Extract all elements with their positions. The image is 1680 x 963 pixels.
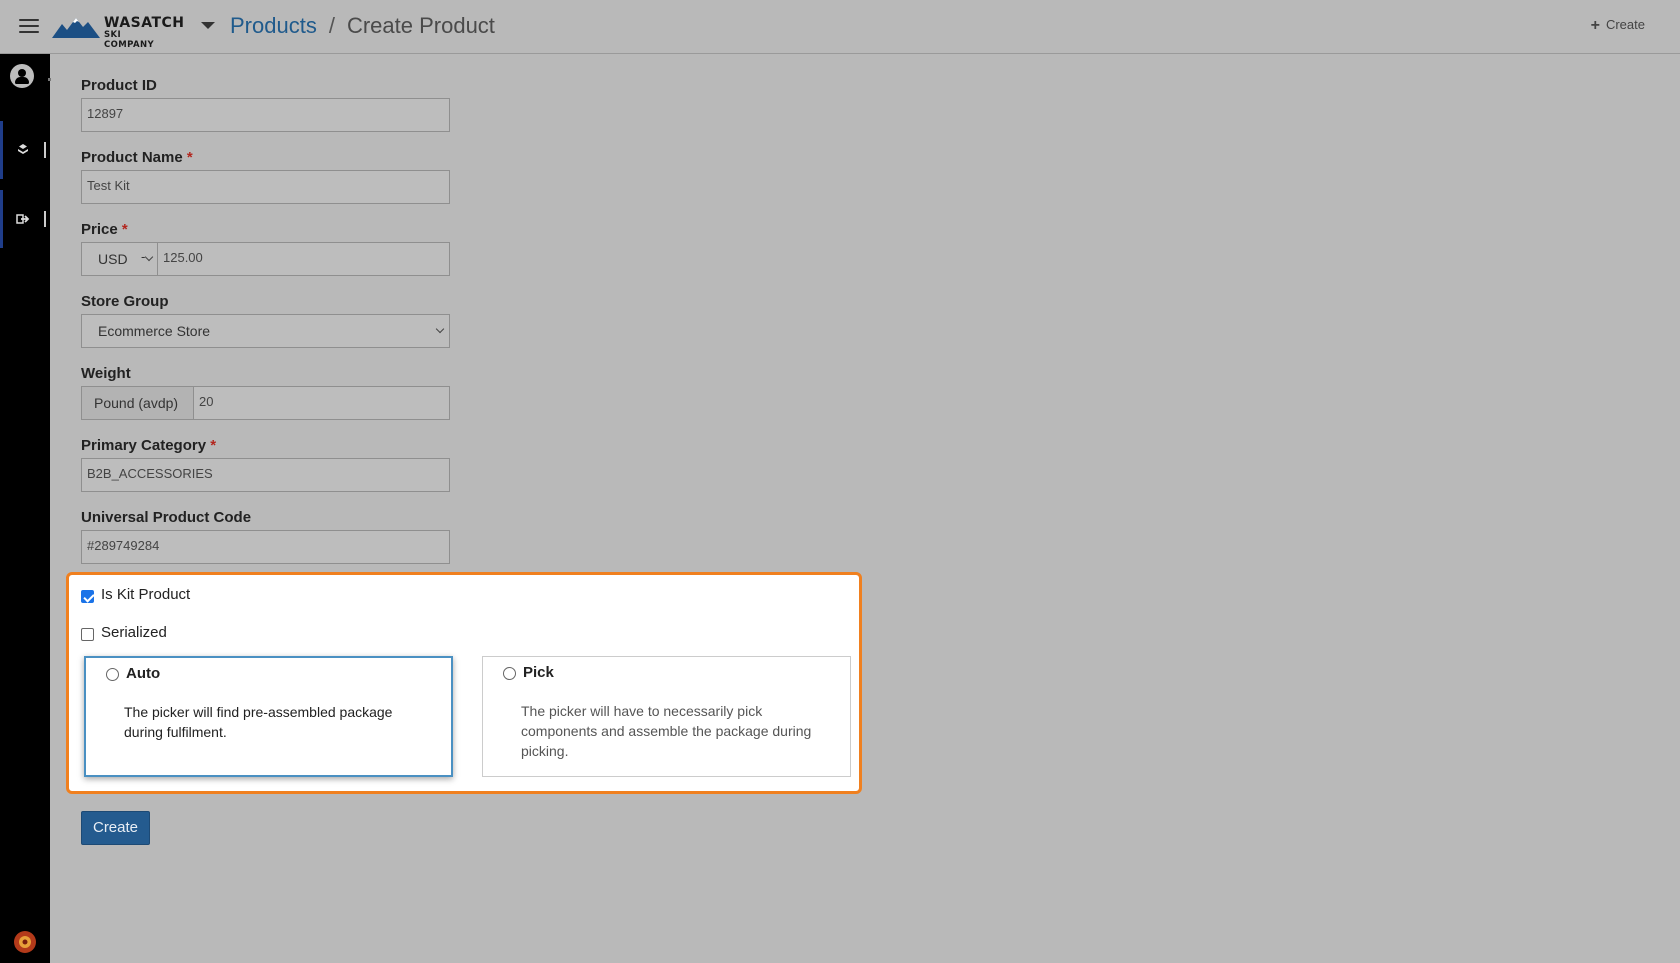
product-id-label: Product ID: [81, 77, 157, 94]
auto-radio[interactable]: [106, 668, 119, 681]
breadcrumb: Products / Create Product: [230, 12, 495, 40]
serialized-label[interactable]: Serialized: [101, 624, 167, 641]
hamburger-menu-icon[interactable]: [19, 19, 39, 35]
pick-description: The picker will have to necessarily pick…: [521, 703, 812, 759]
weight-label: Weight: [81, 365, 131, 382]
product-name-label: Product Name *: [81, 149, 193, 166]
upc-field[interactable]: #289749284: [81, 530, 450, 564]
product-name-label-text: Product Name: [81, 149, 183, 166]
sidebar-active-bar: [0, 190, 3, 248]
logo-name: WASATCH: [104, 15, 185, 31]
product-id-field[interactable]: 12897: [81, 98, 450, 132]
sidebar-item-products[interactable]: [0, 121, 50, 179]
weight-unit-addon: Pound (avdp): [81, 386, 194, 420]
required-marker: *: [186, 149, 193, 166]
page-title: Create Product: [346, 13, 495, 38]
store-group-label: Store Group: [81, 293, 169, 310]
sidebar-active-bar: [0, 121, 3, 179]
price-label: Price *: [81, 221, 128, 238]
top-create-button[interactable]: + Create: [1591, 17, 1645, 35]
logo-subtitle: SKI COMPANY: [104, 30, 155, 50]
product-name-field[interactable]: Test Kit: [81, 170, 450, 204]
price-field[interactable]: 125.00: [157, 242, 450, 276]
price-label-text: Price: [81, 221, 118, 238]
mountain-logo-icon: [52, 18, 100, 38]
breadcrumb-separator: /: [328, 13, 335, 38]
company-logo[interactable]: WASATCH SKI COMPANY: [52, 14, 184, 50]
pick-title: Pick: [523, 664, 554, 681]
primary-category-label: Primary Category *: [81, 437, 216, 454]
kit-options-panel: Is Kit Product Serialized Auto The picke…: [66, 572, 862, 794]
auto-description: The picker will find pre-assembled packa…: [124, 704, 393, 740]
weight-field[interactable]: 20: [193, 386, 450, 420]
plus-icon: +: [1590, 17, 1600, 34]
app-badge-icon[interactable]: [12, 929, 38, 955]
create-button[interactable]: Create: [81, 811, 150, 845]
sidebar-item-divider: [44, 142, 46, 158]
currency-value: USD: [98, 251, 128, 267]
primary-category-label-text: Primary Category: [81, 437, 207, 454]
store-group-select[interactable]: Ecommerce Store: [81, 314, 450, 348]
sidebar: [0, 54, 51, 963]
top-create-label: Create: [1605, 17, 1645, 32]
boxes-icon: [18, 144, 28, 154]
chevron-down-icon: [435, 324, 445, 334]
sidebar-item-signout[interactable]: [0, 190, 50, 248]
serialized-checkbox[interactable]: [81, 628, 94, 641]
primary-category-field[interactable]: B2B_ACCESSORIES: [81, 458, 450, 492]
nav-dropdown-icon[interactable]: [201, 22, 215, 29]
sidebar-item-divider: [44, 211, 46, 227]
breadcrumb-products-link[interactable]: Products: [230, 13, 317, 38]
chevron-down-icon: [144, 252, 154, 262]
sign-out-icon: [16, 214, 30, 224]
sidebar-dot: [48, 78, 51, 81]
is-kit-label[interactable]: Is Kit Product: [101, 586, 190, 603]
user-avatar-icon[interactable]: [10, 64, 34, 88]
required-marker: *: [121, 221, 128, 238]
auto-title: Auto: [126, 665, 161, 682]
is-kit-checkbox[interactable]: [81, 590, 94, 603]
required-marker: *: [210, 437, 217, 454]
auto-option-card[interactable]: Auto The picker will find pre-assembled …: [84, 656, 453, 777]
pick-radio[interactable]: [503, 667, 516, 680]
upc-label: Universal Product Code: [81, 509, 252, 526]
store-group-value: Ecommerce Store: [98, 323, 211, 339]
top-bar: WASATCH SKI COMPANY Products / Create Prod…: [0, 0, 1680, 54]
pick-option-card[interactable]: Pick The picker will have to necessarily…: [482, 656, 851, 777]
currency-select[interactable]: USD -: [81, 242, 158, 276]
